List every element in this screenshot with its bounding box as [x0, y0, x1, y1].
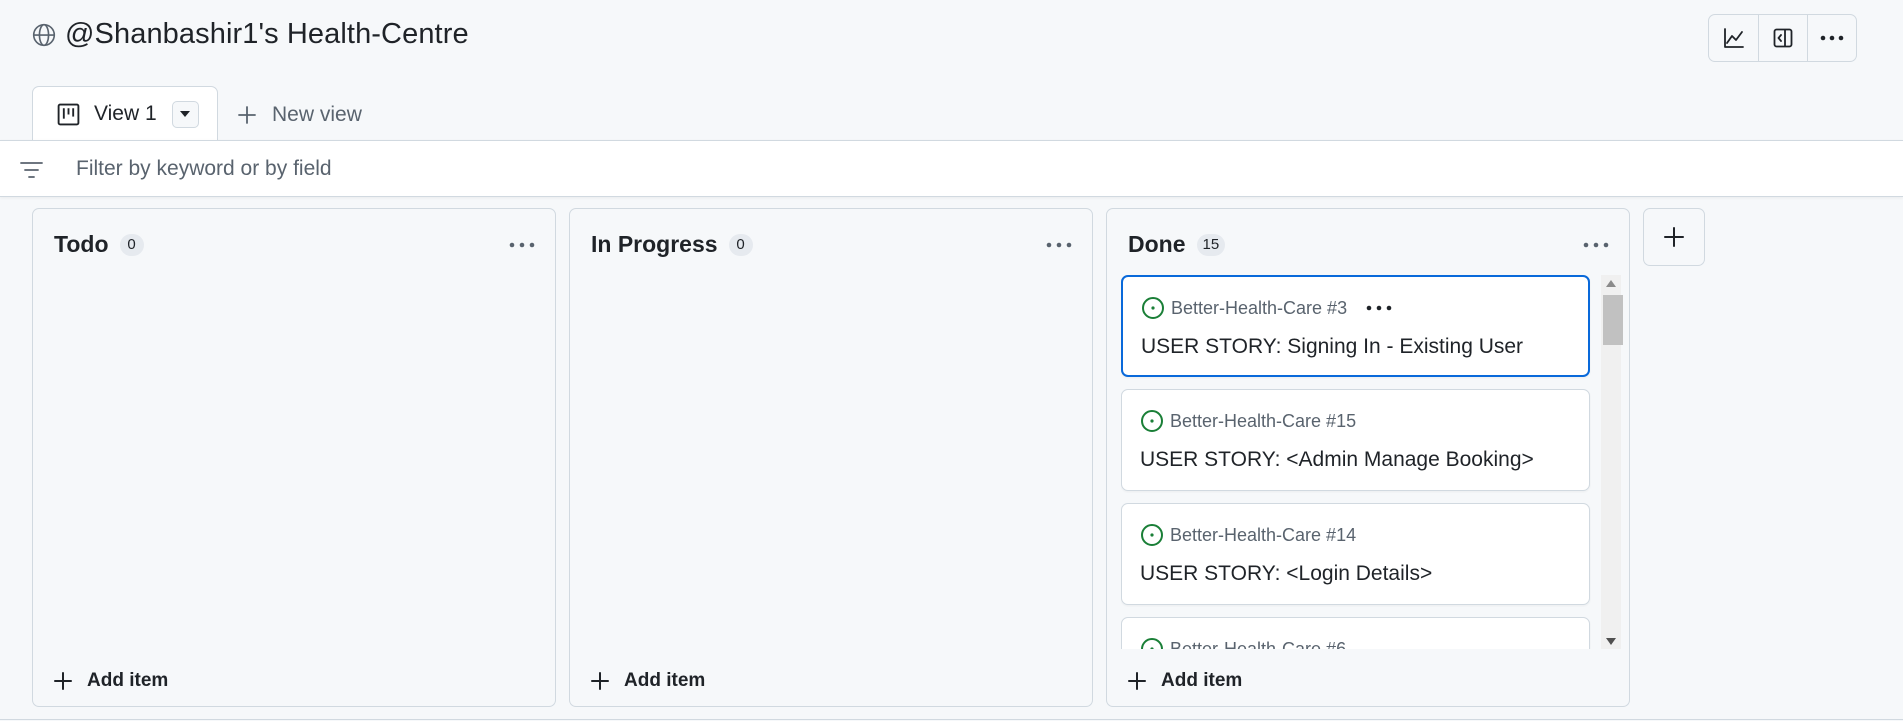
- plus-icon: [53, 671, 73, 691]
- kebab-menu-icon: [1046, 242, 1072, 248]
- card-reference: Better-Health-Care #15: [1140, 409, 1356, 433]
- card-reference: Better-Health-Care #14: [1140, 523, 1356, 547]
- issue-card[interactable]: Better-Health-Care #14 USER STORY: <Logi…: [1121, 503, 1590, 605]
- issue-card[interactable]: Better-Health-Care #15 USER STORY: <Admi…: [1121, 389, 1590, 491]
- column-done: Done 15 Better-Health-Care #3 USER STORY…: [1106, 208, 1630, 707]
- scroll-down-arrow-icon[interactable]: [1605, 635, 1617, 647]
- card-title[interactable]: USER STORY: Signing In - Existing User: [1141, 335, 1523, 359]
- column-header: Todo 0: [54, 231, 144, 258]
- kebab-menu-icon: [1583, 242, 1609, 248]
- filter-input[interactable]: [76, 151, 1576, 187]
- card-list: Better-Health-Care #3 USER STORY: Signin…: [1121, 275, 1601, 649]
- kebab-menu-icon: [1819, 34, 1845, 42]
- view-options-dropdown[interactable]: [171, 100, 199, 128]
- filter-icon: [19, 160, 44, 180]
- insights-icon: [1722, 26, 1746, 50]
- card-menu-button[interactable]: [1365, 299, 1393, 317]
- column-title: In Progress: [591, 231, 718, 257]
- column-count-badge: 0: [728, 233, 753, 256]
- tab-view-1[interactable]: View 1: [32, 86, 218, 141]
- insights-button[interactable]: [1709, 15, 1758, 61]
- plus-icon: [236, 104, 258, 126]
- card-title[interactable]: USER STORY: <Login Details>: [1140, 562, 1432, 586]
- top-actions-group: [1708, 14, 1857, 62]
- add-item-button[interactable]: Add item: [1127, 670, 1242, 692]
- add-item-label: Add item: [87, 670, 169, 691]
- scrollbar-thumb[interactable]: [1603, 295, 1623, 345]
- kebab-menu-icon: [509, 242, 535, 248]
- divider: [0, 719, 1903, 720]
- project-header: @Shanbashir1's Health-Centre: [0, 0, 1903, 86]
- tab-label: View 1: [94, 102, 157, 125]
- view-tabs: View 1 New view: [0, 86, 1903, 141]
- new-view-label: New view: [272, 103, 362, 126]
- add-column-button[interactable]: [1643, 208, 1705, 266]
- column-count-badge: 0: [119, 233, 144, 256]
- card-reference: Better-Health-Care #6: [1140, 637, 1346, 649]
- card-title[interactable]: USER STORY: <Admin Manage Booking>: [1140, 448, 1534, 472]
- add-item-button[interactable]: Add item: [590, 670, 705, 692]
- globe-icon: [31, 22, 57, 48]
- issue-open-icon: [1141, 296, 1165, 320]
- board-view-icon: [56, 102, 81, 127]
- project-title-group: @Shanbashir1's Health-Centre: [31, 18, 469, 51]
- card-reference: Better-Health-Care #3: [1141, 296, 1393, 320]
- issue-card[interactable]: Better-Health-Care #3 USER STORY: Signin…: [1121, 275, 1590, 377]
- column-header: Done 15: [1128, 231, 1226, 258]
- triangle-down-icon: [180, 111, 191, 117]
- add-item-button[interactable]: Add item: [53, 670, 168, 692]
- scroll-up-arrow-icon[interactable]: [1605, 277, 1617, 289]
- column-menu-button[interactable]: [1044, 235, 1074, 255]
- column-header: In Progress 0: [591, 231, 753, 258]
- card-ref-text: Better-Health-Care #6: [1170, 638, 1347, 650]
- sidebar-panel-icon: [1771, 26, 1795, 50]
- plus-icon: [1127, 671, 1147, 691]
- column-count-badge: 15: [1196, 233, 1226, 256]
- new-view-button[interactable]: New view: [236, 100, 362, 130]
- issue-open-icon: [1140, 409, 1164, 433]
- page-title: @Shanbashir1's Health-Centre: [65, 18, 469, 50]
- column-title: Todo: [54, 231, 109, 257]
- issue-card[interactable]: Better-Health-Care #6: [1121, 617, 1590, 649]
- sidebar-toggle-button[interactable]: [1758, 15, 1807, 61]
- column-menu-button[interactable]: [507, 235, 537, 255]
- column-title: Done: [1128, 231, 1186, 257]
- filter-bar: [0, 140, 1903, 197]
- issue-open-icon: [1140, 523, 1164, 547]
- column-in-progress: In Progress 0 Add item: [569, 208, 1093, 707]
- card-list-scrollbar[interactable]: [1601, 275, 1623, 649]
- issue-open-icon: [1140, 637, 1164, 649]
- card-ref-text: Better-Health-Care #15: [1170, 410, 1357, 431]
- plus-icon: [590, 671, 610, 691]
- add-item-label: Add item: [624, 670, 706, 691]
- column-menu-button[interactable]: [1581, 235, 1611, 255]
- more-options-button[interactable]: [1807, 15, 1856, 61]
- card-ref-text: Better-Health-Care #14: [1170, 524, 1357, 545]
- kebab-menu-icon: [1366, 305, 1392, 311]
- add-item-label: Add item: [1161, 670, 1243, 691]
- card-ref-text: Better-Health-Care #3: [1171, 297, 1348, 318]
- plus-icon: [1662, 225, 1686, 249]
- column-todo: Todo 0 Add item: [32, 208, 556, 707]
